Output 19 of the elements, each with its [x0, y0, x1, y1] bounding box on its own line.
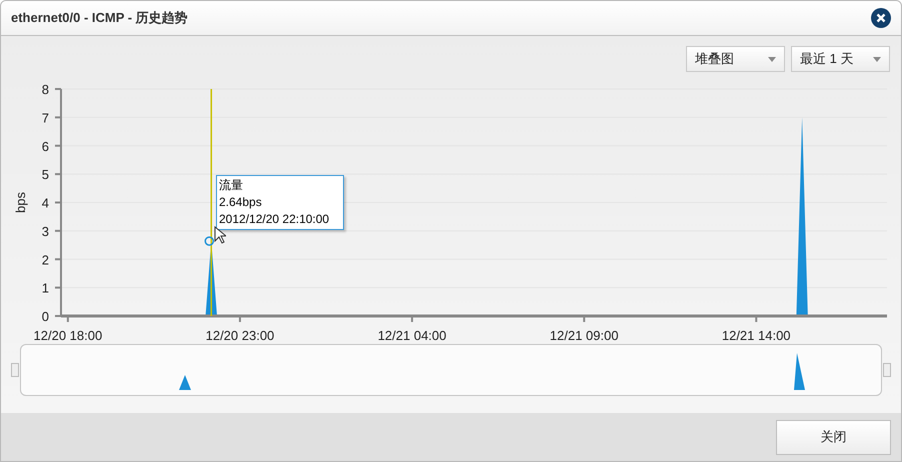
x-tick-label: 12/21 04:00: [378, 328, 446, 343]
x-tick-label: 12/21 14:00: [722, 328, 791, 343]
x-tick-label: 12/20 23:00: [206, 328, 274, 343]
y-tick-label: 5: [42, 167, 49, 182]
tooltip-time: 2012/12/20 22:10:00: [219, 211, 330, 228]
y-tick-label: 3: [42, 224, 49, 239]
y-tick-label: 1: [42, 280, 49, 296]
x-tick-label: 12/21 09:00: [550, 328, 618, 343]
y-tick-label: 0: [42, 309, 49, 324]
y-tick-label: 6: [42, 138, 49, 154]
y-tick-label: 4: [42, 196, 49, 210]
y-tick-label: 7: [42, 110, 49, 126]
y-axis-label: bps: [13, 192, 28, 213]
x-tick-label: 12/20 18:00: [34, 328, 102, 343]
window-title: ethernet0/0 - ICMP - 历史趋势: [11, 9, 188, 28]
tooltip-title: 流量: [219, 177, 244, 194]
y-tick-label: 8: [42, 82, 49, 97]
y-tick-label: 2: [42, 252, 49, 268]
tooltip-value: 2.64bps: [219, 194, 263, 211]
